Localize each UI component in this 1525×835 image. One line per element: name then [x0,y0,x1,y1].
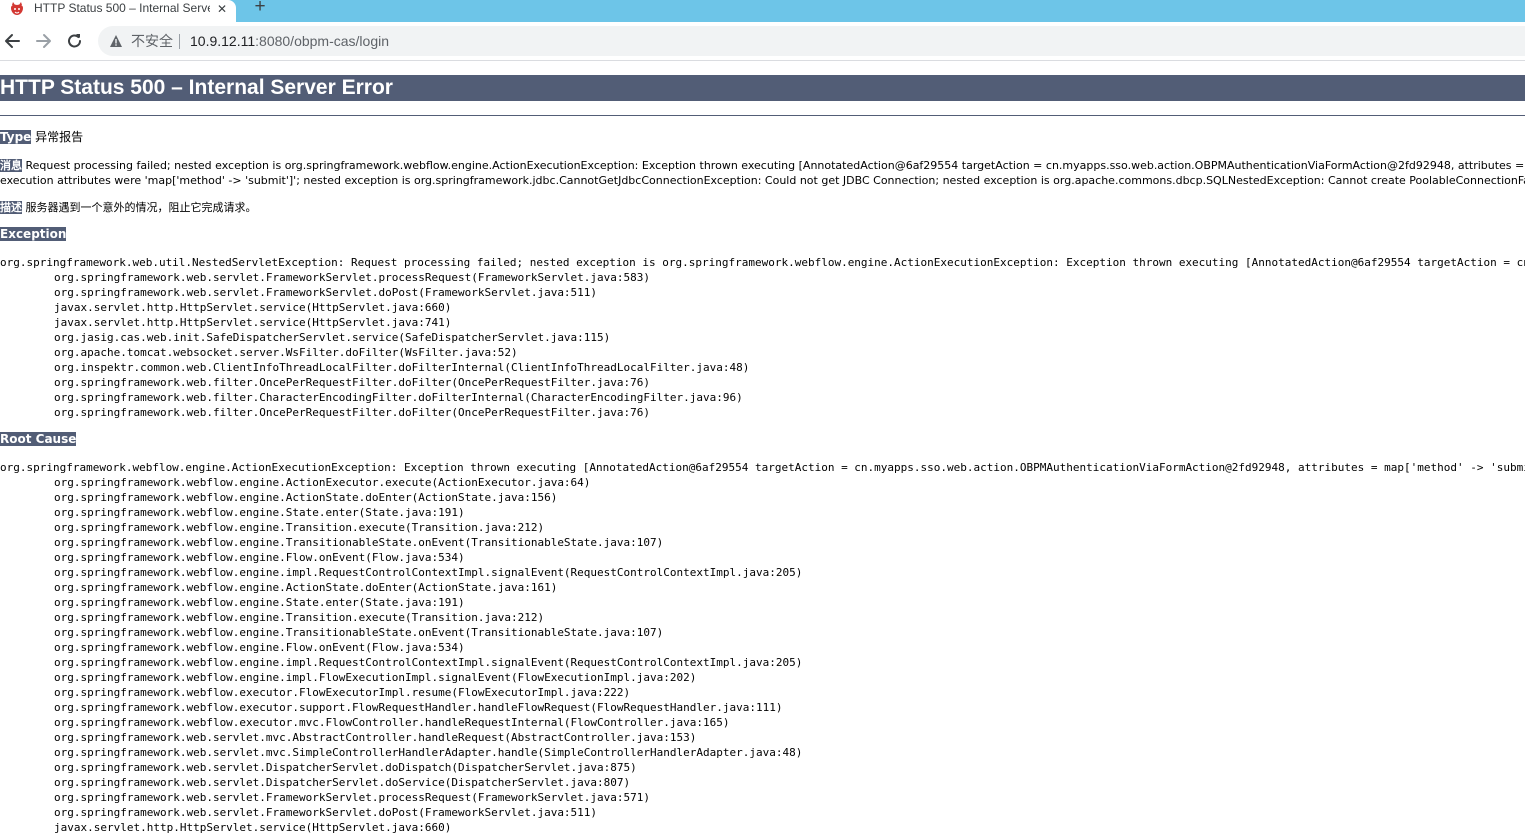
reload-icon[interactable] [64,31,86,51]
stacktrace-line: org.springframework.web.filter.OncePerRe… [54,376,651,389]
forward-arrow-icon[interactable] [32,31,54,51]
stacktrace-line: org.springframework.web.servlet.Framewor… [54,271,651,284]
stacktrace-line: org.springframework.web.servlet.Framewor… [54,791,651,804]
stacktrace-line: org.apache.tomcat.websocket.server.WsFil… [54,346,518,359]
description-row: 描述 服务器遇到一个意外的情况，阻止它完成请求。 [0,200,257,215]
browser-tabstrip: HTTP Status 500 – Internal Server Error … [0,0,1525,22]
page-content: HTTP Status 500 – Internal Server Error … [0,61,1525,835]
root-cause-label: Root Cause [0,432,77,446]
stacktrace-line: org.springframework.web.servlet.Dispatch… [54,776,631,789]
url-text[interactable]: 10.9.12.11:8080/obpm-cas/login [190,33,389,49]
browser-tab-active[interactable]: HTTP Status 500 – Internal Server Error … [0,0,236,22]
tab-close-icon[interactable]: ✕ [214,2,230,18]
stacktrace-line: org.springframework.webflow.executor.sup… [54,701,783,714]
type-row: Type 异常报告 [0,130,83,145]
stacktrace-line: org.springframework.web.filter.OncePerRe… [54,406,651,419]
type-value: 异常报告 [31,130,84,144]
tab-title: HTTP Status 500 – Internal Server Error [34,1,210,15]
stacktrace-line: javax.servlet.http.HttpServlet.service(H… [54,821,452,834]
exception-stacktrace: org.springframework.web.util.NestedServl… [0,255,1525,420]
stacktrace-line: org.springframework.webflow.engine.Actio… [54,476,591,489]
title-divider [0,115,1525,116]
address-bar[interactable]: 不安全 10.9.12.11:8080/obpm-cas/login [98,26,1525,56]
stacktrace-line: org.springframework.webflow.engine.impl.… [54,566,803,579]
exception-label: Exception [0,227,67,241]
stacktrace-line: org.springframework.web.servlet.mvc.Simp… [54,746,803,759]
stacktrace-line: org.springframework.webflow.engine.Trans… [54,611,545,624]
stacktrace-line: org.inspektr.common.web.ClientInfoThread… [54,361,750,374]
stacktrace-line: javax.servlet.http.HttpServlet.service(H… [54,301,452,314]
url-path: :8080/obpm-cas/login [255,33,390,49]
root-cause-stacktrace: org.springframework.webflow.engine.Actio… [0,460,1525,835]
description-value: 服务器遇到一个意外的情况，阻止它完成请求。 [22,201,257,214]
message-row-continued: execution attributes were 'map['method' … [0,173,1525,188]
exception-heading: Exception [0,227,67,242]
stacktrace-line: org.springframework.webflow.executor.Flo… [54,686,631,699]
stacktrace-line: org.springframework.webflow.engine.impl.… [54,671,697,684]
stacktrace-line: org.springframework.webflow.engine.Trans… [54,536,664,549]
warning-icon [110,35,122,47]
message-text-line2: execution attributes were 'map['method' … [0,174,1525,187]
stacktrace-line: javax.servlet.http.HttpServlet.service(H… [54,316,452,329]
stacktrace-line: org.springframework.web.servlet.Framewor… [54,806,598,819]
browser-toolbar: 不安全 10.9.12.11:8080/obpm-cas/login [0,22,1525,61]
security-status-text[interactable]: 不安全 [131,33,173,49]
description-label: 描述 [0,201,22,214]
stacktrace-line: org.springframework.webflow.engine.State… [54,596,465,609]
message-label: 消息 [0,159,22,172]
root-cause-first-line: org.springframework.webflow.engine.Actio… [0,461,1525,474]
stacktrace-line: org.springframework.webflow.engine.Actio… [54,581,558,594]
stacktrace-line: org.springframework.webflow.engine.State… [54,506,465,519]
message-text-line1: Request processing failed; nested except… [25,159,1525,172]
stacktrace-line: org.springframework.webflow.engine.impl.… [54,656,803,669]
stacktrace-line: org.springframework.webflow.engine.Actio… [54,491,558,504]
address-separator [179,34,180,49]
back-arrow-icon[interactable] [2,31,24,51]
url-host: 10.9.12.11 [190,33,256,49]
stacktrace-line: org.springframework.web.servlet.mvc.Abst… [54,731,697,744]
stacktrace-line: org.springframework.webflow.engine.Trans… [54,626,664,639]
stacktrace-line: org.springframework.webflow.executor.mvc… [54,716,730,729]
stacktrace-line: org.springframework.web.filter.Character… [54,391,743,404]
stacktrace-line: org.jasig.cas.web.init.SafeDispatcherSer… [54,331,611,344]
stacktrace-line: org.springframework.web.servlet.Framewor… [54,286,598,299]
message-row: 消息 Request processing failed; nested exc… [0,158,1525,173]
stacktrace-line: org.springframework.webflow.engine.Flow.… [54,641,465,654]
stacktrace-line: org.springframework.webflow.engine.Trans… [54,521,545,534]
page-title: HTTP Status 500 – Internal Server Error [0,75,1525,101]
new-tab-button[interactable]: + [250,0,270,18]
type-label: Type [0,130,32,144]
stacktrace-line: org.springframework.web.servlet.Dispatch… [54,761,637,774]
tomcat-favicon-icon [11,2,23,15]
exception-first-line: org.springframework.web.util.NestedServl… [0,256,1525,269]
root-cause-heading: Root Cause [0,432,77,447]
stacktrace-line: org.springframework.webflow.engine.Flow.… [54,551,465,564]
